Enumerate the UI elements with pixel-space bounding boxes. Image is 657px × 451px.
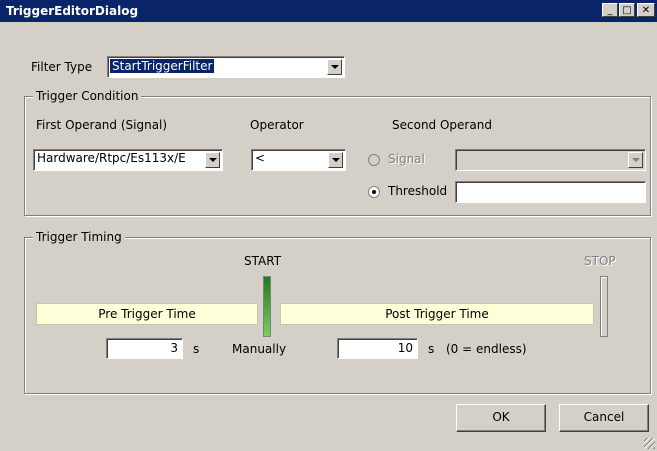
- manually-label: Manually: [232, 342, 287, 356]
- post-trigger-time-value: 10: [397, 341, 413, 355]
- resize-grip-icon[interactable]: [644, 438, 655, 449]
- filter-type-label: Filter Type: [31, 60, 93, 74]
- chevron-down-icon[interactable]: [327, 59, 342, 75]
- stop-trigger-bar[interactable]: [600, 276, 608, 337]
- start-label: START: [244, 254, 282, 268]
- maximize-button[interactable]: □: [619, 3, 635, 17]
- post-trigger-time-input[interactable]: 10: [337, 338, 418, 359]
- signal-radio-label: Signal: [388, 152, 425, 166]
- stop-label: STOP: [584, 254, 616, 268]
- title-bar: TriggerEditorDialog _ □ ✕: [0, 0, 657, 22]
- operator-label: Operator: [250, 118, 304, 132]
- chevron-down-icon[interactable]: [328, 152, 343, 168]
- post-trigger-time-box: Post Trigger Time: [280, 303, 594, 325]
- operator-value: <: [255, 151, 266, 165]
- first-operand-value: Hardware/Rtpc/Es113x/E: [37, 151, 186, 165]
- ok-button[interactable]: OK: [456, 404, 546, 432]
- endless-hint: (0 = endless): [446, 342, 527, 356]
- first-operand-label: First Operand (Signal): [36, 118, 168, 132]
- trigger-timing-title: Trigger Timing: [33, 230, 125, 244]
- start-trigger-bar[interactable]: [263, 276, 271, 337]
- first-operand-select[interactable]: Hardware/Rtpc/Es113x/E: [33, 149, 223, 171]
- threshold-radio[interactable]: [368, 186, 380, 198]
- pre-trigger-time-box: Pre Trigger Time: [36, 303, 258, 325]
- pre-trigger-unit: s: [193, 342, 200, 356]
- trigger-condition-title: Trigger Condition: [33, 89, 142, 103]
- chevron-down-icon[interactable]: [205, 152, 220, 168]
- cancel-button[interactable]: Cancel: [559, 404, 649, 432]
- chevron-down-icon[interactable]: [628, 152, 643, 168]
- filter-type-value: StartTriggerFilter: [110, 59, 215, 73]
- threshold-input[interactable]: [455, 181, 646, 203]
- radio-selected-dot: [372, 190, 376, 194]
- post-trigger-time-label: Post Trigger Time: [385, 307, 489, 321]
- signal-select[interactable]: [455, 149, 646, 171]
- close-button[interactable]: ✕: [637, 3, 655, 17]
- pre-trigger-time-input[interactable]: 3: [106, 338, 183, 359]
- filter-type-select[interactable]: StartTriggerFilter: [107, 56, 345, 78]
- window-title: TriggerEditorDialog: [6, 4, 139, 18]
- post-trigger-unit: s: [428, 342, 435, 356]
- minimize-button[interactable]: _: [602, 3, 618, 17]
- signal-radio[interactable]: [368, 154, 380, 166]
- second-operand-label: Second Operand: [392, 118, 492, 132]
- trigger-editor-dialog: TriggerEditorDialog _ □ ✕ Filter Type St…: [0, 0, 657, 451]
- pre-trigger-time-value: 3: [170, 341, 178, 355]
- operator-select[interactable]: <: [251, 149, 346, 171]
- threshold-radio-label: Threshold: [388, 184, 448, 198]
- pre-trigger-time-label: Pre Trigger Time: [98, 307, 196, 321]
